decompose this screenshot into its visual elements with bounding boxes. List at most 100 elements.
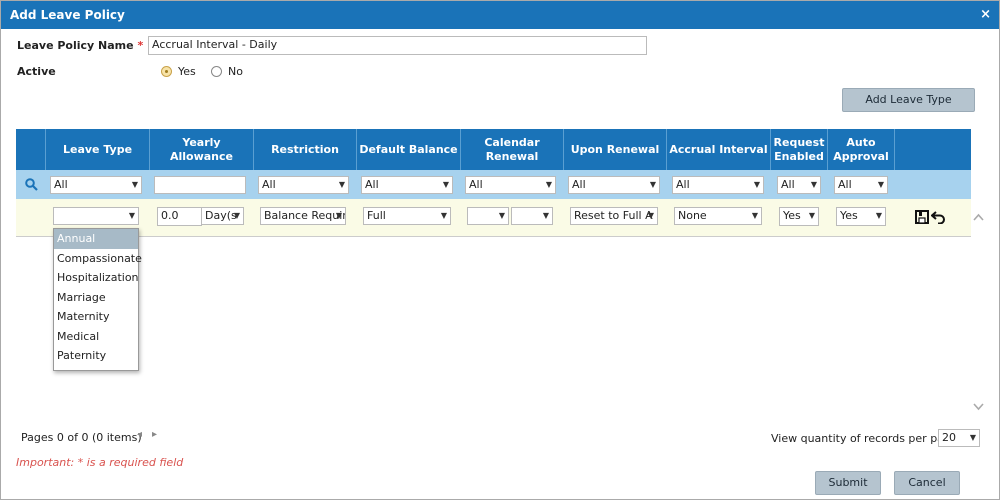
edit-auto-approval-value: Yes [840, 209, 858, 222]
chevron-down-icon: ▼ [751, 211, 758, 220]
edit-accrual-interval-value: None [678, 209, 707, 222]
edit-accrual-interval-select[interactable]: None ▼ [674, 207, 762, 225]
edit-leave-type-select[interactable]: ▼ [53, 207, 139, 225]
filter-request-enabled-value: All [781, 178, 795, 191]
edit-default-balance-select[interactable]: Full ▼ [363, 207, 451, 225]
chevron-down-icon: ▼ [440, 211, 447, 220]
per-page-label: View quantity of records per page [771, 432, 958, 445]
policy-name-label-text: Leave Policy Name [17, 39, 134, 52]
dropdown-option[interactable]: Annual [54, 229, 138, 249]
chevron-down-icon: ▼ [233, 211, 240, 220]
dropdown-option[interactable]: Hospitalization [54, 268, 139, 288]
search-icon[interactable] [25, 178, 38, 194]
filter-upon-renewal-value: All [572, 178, 586, 191]
header-default-balance[interactable]: Default Balance [356, 129, 460, 170]
leave-type-dropdown: Annual Compassionate Hospitalization Mar… [53, 228, 142, 371]
pager-next-icon[interactable]: ▸ [152, 429, 157, 440]
edit-request-enabled-value: Yes [783, 209, 801, 222]
add-leave-type-button[interactable]: Add Leave Type [842, 88, 975, 112]
filter-restriction[interactable]: All ▼ [258, 176, 349, 194]
per-page-select[interactable]: 20 ▼ [938, 429, 980, 447]
edit-auto-approval-select[interactable]: Yes ▼ [836, 207, 886, 226]
filter-leave-type-value: All [54, 178, 68, 191]
dialog-titlebar: Add Leave Policy × [1, 1, 999, 29]
edit-row: ▼ 0.0 Day(s ▼ Balance Requir ▼ Full ▼ ▼ ▼ R… [16, 199, 971, 237]
chevron-down-icon: ▼ [442, 180, 449, 189]
save-icon[interactable] [915, 210, 929, 227]
dropdown-option[interactable]: Medical [54, 327, 138, 347]
required-marker: * [137, 39, 144, 52]
filter-yearly-allowance[interactable] [154, 176, 246, 194]
header-actions [894, 129, 971, 170]
edit-restriction-value: Balance Requir [264, 209, 346, 222]
header-leave-type[interactable]: Leave Type [45, 129, 149, 170]
edit-upon-renewal-value: Reset to Full A [574, 209, 653, 222]
edit-upon-renewal-select[interactable]: Reset to Full A ▼ [570, 207, 658, 225]
pager-prev-icon[interactable]: ◂ [137, 429, 142, 440]
scroll-up-icon[interactable] [973, 211, 984, 224]
filter-upon-renewal[interactable]: All ▼ [568, 176, 660, 194]
header-yearly-allowance[interactable]: Yearly Allowance [149, 129, 253, 170]
close-icon[interactable]: × [980, 1, 991, 29]
filter-leave-type[interactable]: All ▼ [50, 176, 142, 194]
required-field-note: Important: * is a required field [16, 456, 184, 469]
submit-button[interactable]: Submit [815, 471, 881, 495]
chevron-down-icon: ▼ [128, 211, 135, 220]
edit-restriction-select[interactable]: Balance Requir ▼ [260, 207, 346, 225]
edit-calendar-renewal-month[interactable]: ▼ [467, 207, 509, 225]
dropdown-option[interactable]: Paternity [54, 346, 138, 366]
scroll-down-icon[interactable] [973, 401, 984, 414]
header-upon-renewal[interactable]: Upon Renewal [563, 129, 666, 170]
active-no-radio[interactable]: No [211, 65, 243, 78]
chevron-down-icon: ▼ [542, 211, 549, 220]
chevron-down-icon: ▼ [649, 180, 656, 189]
filter-calendar-renewal-value: All [469, 178, 483, 191]
edit-request-enabled-select[interactable]: Yes ▼ [779, 207, 819, 226]
filter-restriction-value: All [262, 178, 276, 191]
chevron-down-icon: ▼ [498, 211, 505, 220]
grid-header: Leave Type Yearly Allowance Restriction … [16, 129, 971, 170]
active-yes-radio[interactable]: Yes [161, 65, 196, 78]
filter-accrual-interval[interactable]: All ▼ [672, 176, 764, 194]
dialog-title: Add Leave Policy [10, 8, 125, 22]
filter-default-balance-value: All [365, 178, 379, 191]
radio-selected-icon [161, 66, 172, 77]
filter-auto-approval-value: All [838, 178, 852, 191]
filter-calendar-renewal[interactable]: All ▼ [465, 176, 556, 194]
edit-calendar-renewal-day[interactable]: ▼ [511, 207, 553, 225]
filter-default-balance[interactable]: All ▼ [361, 176, 453, 194]
header-accrual-interval[interactable]: Accrual Interval [666, 129, 770, 170]
dropdown-option[interactable]: Marriage [54, 288, 138, 308]
chevron-down-icon: ▼ [545, 180, 552, 189]
filter-auto-approval[interactable]: All ▼ [834, 176, 888, 194]
chevron-down-icon: ▼ [969, 433, 976, 442]
add-leave-policy-dialog: Add Leave Policy × Leave Policy Name * A… [0, 0, 1000, 500]
active-yes-label: Yes [178, 65, 196, 78]
chevron-down-icon: ▼ [338, 180, 345, 189]
edit-default-balance-value: Full [367, 209, 386, 222]
header-request-enabled[interactable]: Request Enabled [770, 129, 827, 170]
undo-icon[interactable] [930, 210, 947, 227]
chevron-down-icon: ▼ [808, 211, 815, 220]
header-auto-approval[interactable]: Auto Approval [827, 129, 894, 170]
edit-allowance-unit-value: Day(s [205, 209, 237, 222]
edit-allowance-unit-select[interactable]: Day(s ▼ [201, 207, 244, 225]
dropdown-option[interactable]: Compassionate [54, 249, 142, 269]
dropdown-option[interactable]: Maternity [54, 307, 138, 327]
chevron-down-icon: ▼ [131, 180, 138, 189]
active-no-label: No [228, 65, 243, 78]
radio-unselected-icon [211, 66, 222, 77]
filter-request-enabled[interactable]: All ▼ [777, 176, 821, 194]
chevron-down-icon: ▼ [335, 211, 342, 220]
header-restriction[interactable]: Restriction [253, 129, 356, 170]
edit-allowance-input[interactable]: 0.0 [157, 207, 202, 226]
active-label: Active [17, 65, 56, 78]
pager-summary: Pages 0 of 0 (0 items) [21, 431, 142, 444]
cancel-button[interactable]: Cancel [894, 471, 960, 495]
chevron-down-icon: ▼ [877, 180, 884, 189]
header-calendar-renewal[interactable]: Calendar Renewal [460, 129, 563, 170]
per-page-value: 20 [942, 431, 956, 444]
policy-name-input[interactable]: Accrual Interval - Daily [148, 36, 647, 55]
chevron-down-icon: ▼ [753, 180, 760, 189]
policy-name-label: Leave Policy Name * [17, 39, 143, 52]
